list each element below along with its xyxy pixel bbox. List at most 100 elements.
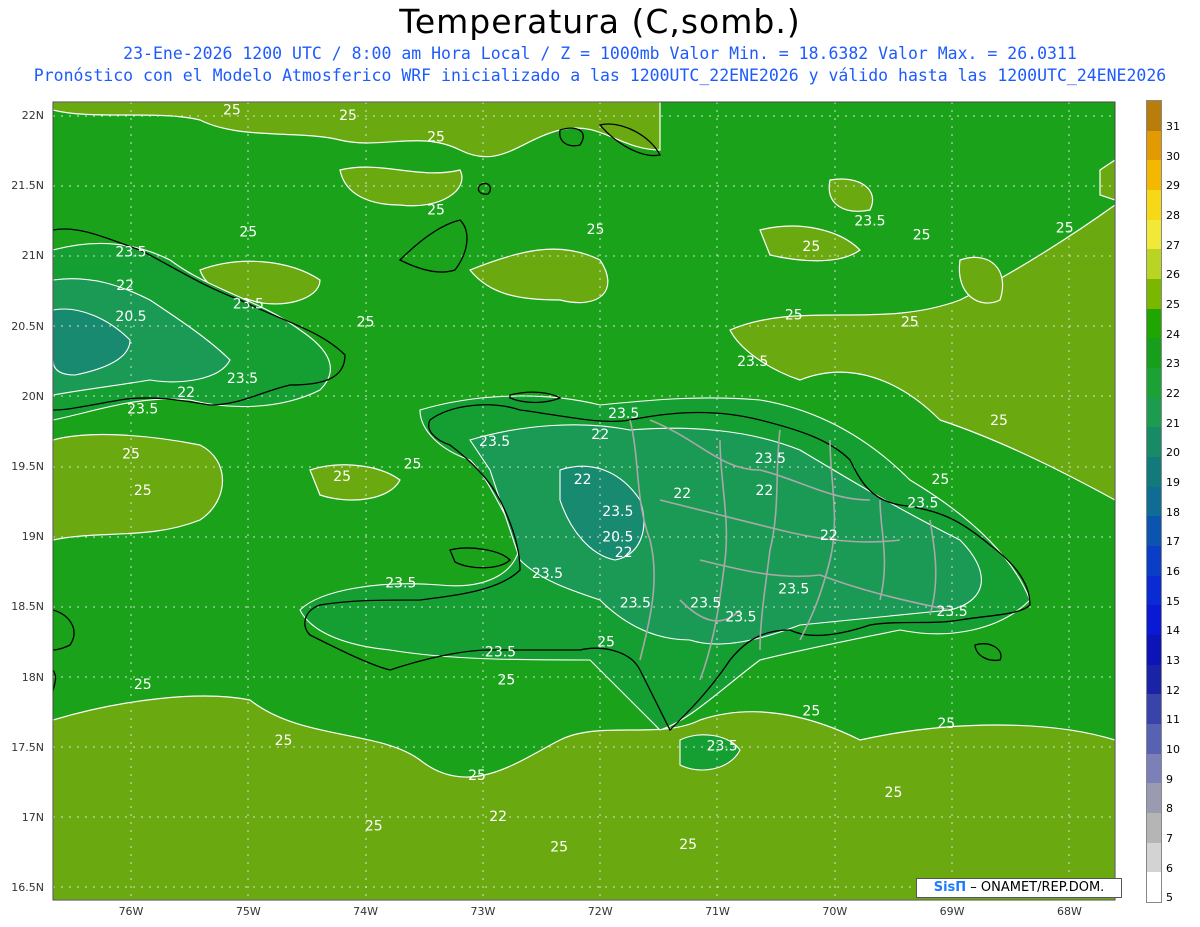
contour-label: 23.5 xyxy=(725,609,756,625)
latitude-tick: 20N xyxy=(21,389,44,403)
color-scale-label: 9 xyxy=(1166,772,1173,786)
contour-label: 25 xyxy=(550,840,568,856)
contour-label: 22 xyxy=(177,385,195,401)
color-scale-segment xyxy=(1147,516,1161,547)
contour-label: 22 xyxy=(116,278,134,294)
contour-label: 25 xyxy=(913,228,931,244)
color-scale-segment xyxy=(1147,813,1161,844)
color-scale-label: 19 xyxy=(1166,476,1180,489)
longitude-tick: 70W xyxy=(822,905,848,918)
contour-label: 25 xyxy=(597,635,615,651)
contour-label: 23.5 xyxy=(755,451,786,467)
color-scale-segment xyxy=(1147,130,1161,161)
contour-label: 23.5 xyxy=(602,504,633,520)
color-scale-label: 16 xyxy=(1166,565,1180,578)
color-scale-label: 31 xyxy=(1166,120,1180,133)
longitude-tick: 73W xyxy=(470,905,496,918)
contour-label: 20.5 xyxy=(602,529,633,545)
color-scale-label: 21 xyxy=(1166,416,1180,430)
contour-label: 22 xyxy=(574,472,592,488)
contour-label: 25 xyxy=(901,315,919,331)
latitude-tick: 21.5N xyxy=(11,179,44,193)
color-scale-bar xyxy=(1146,100,1162,903)
color-scale-segment xyxy=(1147,842,1161,873)
contour-label: 23.5 xyxy=(485,645,516,661)
color-scale-label: 17 xyxy=(1166,535,1180,549)
color-scale-label: 8 xyxy=(1166,802,1173,816)
latitude-tick: 21N xyxy=(21,249,44,263)
contour-label: 25 xyxy=(365,819,383,835)
color-scale-segment xyxy=(1147,694,1161,725)
latitude-tick: 22N xyxy=(21,109,44,122)
color-scale-label: 14 xyxy=(1166,624,1180,638)
contour-label: 25 xyxy=(339,108,357,124)
contour-label: 23.5 xyxy=(854,214,885,230)
contour-label: 23.5 xyxy=(479,434,510,450)
contour-label: 25 xyxy=(223,103,241,119)
color-scale-label: 23 xyxy=(1166,357,1180,371)
latitude-tick: 19.5N xyxy=(11,460,44,473)
latitude-tick: 18N xyxy=(21,670,44,684)
contour-label: 23.5 xyxy=(937,604,968,620)
color-scale-segment xyxy=(1147,635,1161,666)
contour-label: 23.5 xyxy=(233,296,264,312)
contour-label: 25 xyxy=(931,472,949,488)
color-scale-label: 30 xyxy=(1166,149,1180,163)
longitude-tick: 72W xyxy=(587,905,613,918)
contour-label: 23.5 xyxy=(778,581,809,597)
contour-label: 25 xyxy=(587,222,605,238)
color-scale-label: 15 xyxy=(1166,594,1180,608)
color-scale-segment xyxy=(1147,457,1161,488)
contour-label: 23.5 xyxy=(620,595,651,611)
contour-label: 25 xyxy=(1056,221,1074,237)
contour-label: 25 xyxy=(122,447,140,463)
contour-label: 22 xyxy=(615,545,633,561)
contour-label: 25 xyxy=(357,315,375,331)
color-scale-label: 29 xyxy=(1166,179,1180,193)
color-scale-segment xyxy=(1147,338,1161,369)
color-scale-label: 25 xyxy=(1166,298,1180,311)
longitude-tick: 76W xyxy=(118,905,144,918)
contour-label: 23.5 xyxy=(737,354,768,370)
contour-label: 23.5 xyxy=(907,496,938,512)
color-scale-label: 5 xyxy=(1166,891,1173,905)
credit-text: – ONAMET/REP.DOM. xyxy=(966,880,1105,895)
color-scale-segment xyxy=(1147,605,1161,636)
color-scale-segment xyxy=(1147,486,1161,517)
contour-label: 25 xyxy=(134,677,152,693)
color-scale-segment xyxy=(1147,279,1161,310)
contour-label: 23.5 xyxy=(385,576,416,592)
color-scale-segment xyxy=(1147,872,1161,903)
contour-label: 25 xyxy=(468,768,486,784)
credit-box: SisΠ – ONAMET/REP.DOM. xyxy=(916,878,1122,898)
color-scale-segment xyxy=(1147,427,1161,458)
color-scale-segment xyxy=(1147,219,1161,250)
longitude-tick: 74W xyxy=(353,905,379,918)
contour-label: 23.5 xyxy=(707,739,738,755)
color-scale-label: 13 xyxy=(1166,654,1180,667)
longitude-tick: 68W xyxy=(1056,905,1082,918)
contour-label: 25 xyxy=(497,673,515,689)
contour-label: 23.5 xyxy=(532,566,563,582)
color-scale-segment xyxy=(1147,308,1161,339)
color-scale-label: 11 xyxy=(1166,713,1180,727)
color-scale-label: 24 xyxy=(1166,327,1180,341)
color-scale-segment xyxy=(1147,783,1161,814)
contour-label: 23.5 xyxy=(115,244,146,260)
color-scale-segment xyxy=(1147,753,1161,784)
color-scale-segment xyxy=(1147,101,1161,132)
subtitle-valid-time: 23-Ene-2026 1200 UTC / 8:00 am Hora Loca… xyxy=(123,44,1077,63)
contour-label: 23.5 xyxy=(127,402,158,418)
latitude-tick: 17N xyxy=(21,811,44,824)
contour-label: 25 xyxy=(333,469,351,485)
color-scale-segment xyxy=(1147,546,1161,577)
contour-label: 25 xyxy=(404,456,422,472)
color-scale-segment xyxy=(1147,160,1161,191)
longitude-tick: 75W xyxy=(235,905,261,918)
color-scale-label: 22 xyxy=(1166,387,1180,400)
contour-label: 25 xyxy=(427,129,445,145)
color-scale-segment xyxy=(1147,190,1161,221)
contour-label: 23.5 xyxy=(690,595,721,611)
longitude-tick: 71W xyxy=(705,905,730,918)
contour-label: 23.5 xyxy=(608,406,639,422)
